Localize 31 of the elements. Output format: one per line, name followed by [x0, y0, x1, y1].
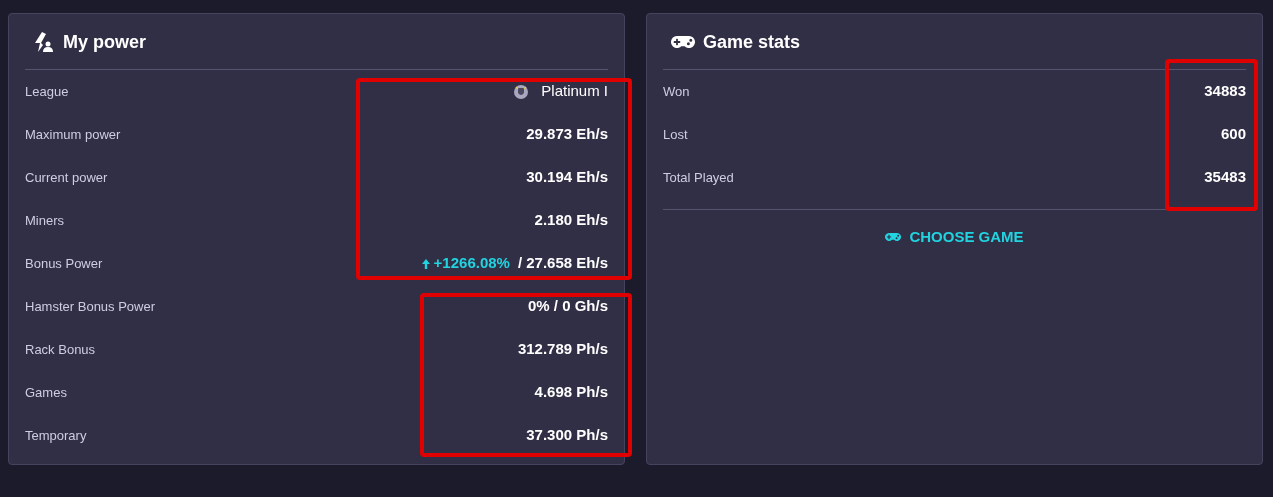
row-value: 4.698 Ph/s	[534, 382, 608, 403]
row-label: Miners	[25, 211, 64, 230]
row-value: Platinum I	[541, 81, 608, 102]
choose-game-button[interactable]: CHOOSE GAME	[885, 226, 1024, 249]
row-label: Rack Bonus	[25, 340, 96, 359]
row-value: 2.180 Eh/s	[534, 210, 608, 231]
row-value: 312.789 Ph/s	[517, 339, 608, 360]
row-label: Games	[25, 383, 67, 402]
row-value: 35483	[1204, 167, 1246, 188]
row-value: 37.300 Ph/s	[526, 425, 608, 446]
shield-badge-icon	[513, 83, 530, 100]
row-value: / 27.658 Eh/s	[517, 253, 608, 274]
row-label: Bonus Power	[25, 254, 103, 273]
card-title: Game stats	[703, 30, 801, 54]
row-value: 29.873 Eh/s	[526, 124, 608, 145]
row-label: Current power	[25, 168, 108, 187]
row-label: League	[25, 82, 69, 101]
row-label: Total Played	[663, 168, 734, 187]
row-label: Maximum power	[25, 125, 121, 144]
card-title: My power	[63, 30, 146, 54]
row-value: 0% / 0 Gh/s	[527, 296, 608, 317]
row-label: Won	[663, 82, 690, 101]
bonus-percent: +1266.08%	[433, 253, 510, 274]
row-label: Hamster Bonus Power	[25, 297, 156, 316]
row-label: Temporary	[25, 426, 87, 445]
up-arrow-icon	[421, 258, 430, 269]
row-value: 600	[1220, 124, 1246, 145]
row-value: 34883	[1204, 81, 1246, 102]
bolt-person-icon	[33, 30, 55, 53]
row-value: 30.194 Eh/s	[526, 167, 608, 188]
row-label: Lost	[663, 125, 688, 144]
